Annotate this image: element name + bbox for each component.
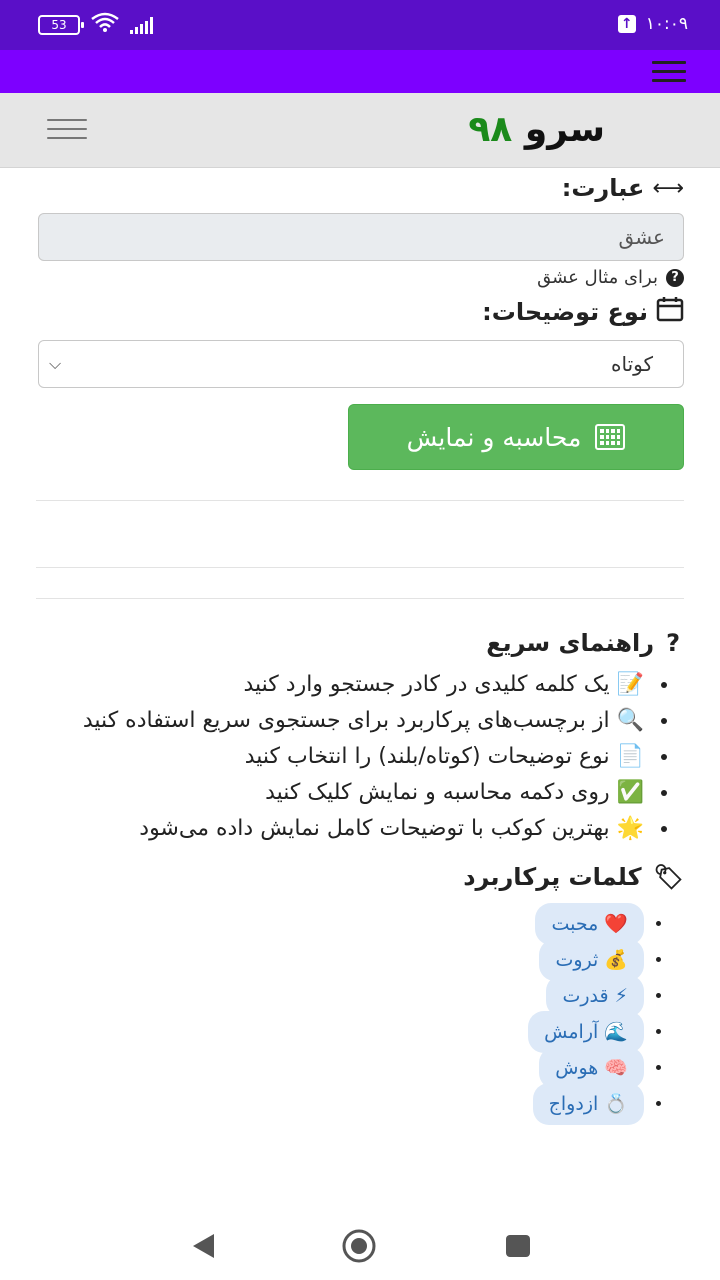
navbar-toggle-icon[interactable] — [47, 119, 87, 141]
list-item: 🌊 آرامش — [36, 1011, 644, 1053]
phrase-label-text: عبارت: — [561, 174, 645, 202]
list-item: 🌟 بهترین کوکب با توضیحات کامل نمایش داده… — [78, 811, 648, 847]
list-item: ❤️ محبت — [36, 903, 644, 945]
list-item-text: از برچسب‌های پرکاربرد برای جستجوی سریع ا… — [82, 708, 610, 733]
wifi-icon — [90, 12, 120, 37]
document-icon: 📄 — [616, 744, 644, 769]
phrase-input[interactable]: عشق — [38, 213, 684, 261]
check-mark-icon: ✅ — [616, 780, 644, 805]
ring-icon: 💍 — [604, 1093, 628, 1115]
lightning-icon: ⚡ — [614, 985, 628, 1007]
tags-heading: 🏷 کلمات پرکاربرد — [36, 863, 684, 891]
calculate-button-label: محاسبه و نمایش — [406, 422, 582, 452]
site-header: سرو ۹۸ — [0, 93, 720, 168]
list-item: 📄 نوع توضیحات (کوتاه/بلند) را انتخاب کنی… — [78, 739, 648, 775]
type-label: نوع توضیحات: — [36, 294, 684, 330]
list-item: ✅ روی دکمه محاسبه و نمایش کلیک کنید — [78, 775, 648, 811]
list-item: 💰 ثروت — [36, 939, 644, 981]
tags-title: کلمات پرکاربرد — [463, 863, 642, 891]
description-type-select[interactable]: کوتاه ⌵ — [38, 340, 684, 388]
tag-label: آرامش — [544, 1021, 599, 1043]
chevron-down-icon: ⌵ — [49, 354, 62, 373]
main-content: ⟷ عبارت: عشق ? برای مثال عشق نوع توضیحات… — [36, 168, 684, 1125]
tag-label: محبت — [551, 913, 599, 935]
phrase-label: ⟷ عبارت: — [36, 172, 684, 204]
phrase-hint-text: برای مثال عشق — [537, 267, 658, 288]
star-icon: 🌟 — [616, 816, 644, 841]
tag-label: قدرت — [562, 985, 609, 1007]
upload-icon: ↑ — [617, 15, 636, 33]
question-icon: ? — [666, 629, 680, 657]
brand-logo[interactable]: سرو ۹۸ — [468, 109, 605, 150]
calendar-icon — [656, 296, 684, 328]
list-item: 📝 یک کلمه کلیدی در کادر جستجو وارد کنید — [78, 667, 648, 703]
tag-label: ازدواج — [548, 1093, 599, 1115]
tags-list: ❤️ محبت 💰 ثروت ⚡ قدرت 🌊 آرامش 🧠 هوش 💍 از… — [36, 903, 684, 1125]
home-icon[interactable] — [341, 1228, 377, 1268]
phrase-hint: ? برای مثال عشق — [36, 267, 684, 288]
type-label-text: نوع توضیحات: — [482, 298, 648, 326]
tag-label: ثروت — [555, 949, 599, 971]
list-item-text: بهترین کوکب با توضیحات کامل نمایش داده م… — [139, 816, 610, 841]
tag-label: هوش — [555, 1057, 599, 1079]
back-icon[interactable] — [190, 1232, 216, 1264]
system-navigation-bar — [0, 1210, 720, 1280]
brain-icon: 🧠 — [604, 1057, 628, 1079]
divider — [36, 500, 684, 501]
guide-title: راهنمای سریع — [486, 629, 655, 657]
tag-marriage[interactable]: 💍 ازدواج — [532, 1083, 644, 1125]
calculator-icon — [595, 424, 626, 450]
wave-icon: 🌊 — [604, 1021, 628, 1043]
magnifier-icon: 🔍 — [616, 708, 644, 733]
recents-icon[interactable] — [505, 1234, 531, 1262]
list-item: 🧠 هوش — [36, 1047, 644, 1089]
brand-name: سرو — [524, 109, 605, 150]
heart-icon: ❤️ — [604, 913, 628, 935]
divider — [36, 598, 684, 599]
status-icons-right: ↑ ۱۰:۰۹ — [617, 14, 688, 34]
signal-icon — [130, 16, 153, 34]
menu-icon[interactable] — [652, 61, 686, 83]
list-item: 🔍 از برچسب‌های پرکاربرد برای جستجوی سریع… — [78, 703, 648, 739]
list-item-text: یک کلمه کلیدی در کادر جستجو وارد کنید — [243, 672, 610, 697]
brand-number: ۹۸ — [468, 109, 513, 150]
battery-icon: 53 — [38, 14, 84, 35]
tags-icon: 🏷 — [653, 863, 684, 891]
status-icons-left: 53 — [38, 12, 153, 37]
top-nav — [0, 50, 720, 93]
guide-heading: ? راهنمای سریع — [36, 629, 684, 657]
guide-list: 📝 یک کلمه کلیدی در کادر جستجو وارد کنید … — [78, 667, 684, 847]
list-item: ⚡ قدرت — [36, 975, 644, 1017]
divider — [36, 567, 684, 568]
list-item-text: روی دکمه محاسبه و نمایش کلیک کنید — [265, 780, 610, 805]
list-item: 💍 ازدواج — [36, 1083, 644, 1125]
arrows-horizontal-icon: ⟷ — [652, 175, 684, 201]
select-value: کوتاه — [611, 352, 653, 376]
memo-icon: 📝 — [616, 672, 644, 697]
money-bag-icon: 💰 — [604, 949, 628, 971]
status-bar: 53 ↑ ۱۰:۰۹ — [0, 0, 720, 50]
list-item-text: نوع توضیحات (کوتاه/بلند) را انتخاب کنید — [244, 744, 610, 769]
question-circle-icon: ? — [666, 268, 684, 287]
calculate-button[interactable]: محاسبه و نمایش — [348, 404, 684, 470]
clock: ۱۰:۰۹ — [645, 14, 688, 34]
